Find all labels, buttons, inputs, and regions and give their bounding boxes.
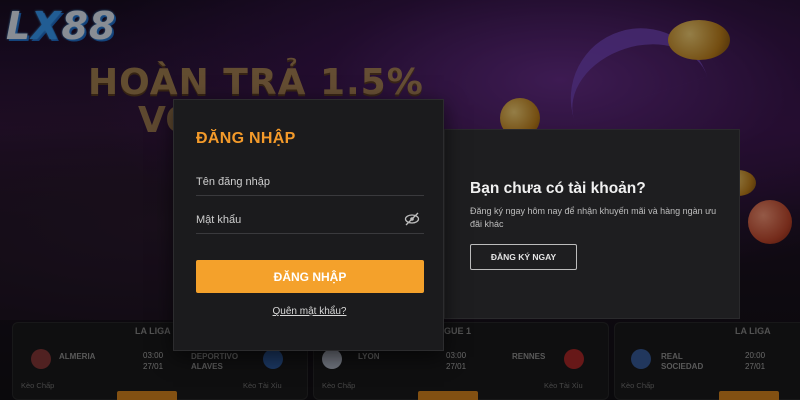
register-button[interactable]: ĐĂNG KÝ NGAY xyxy=(470,244,577,270)
forgot-password-link[interactable]: Quên mật khẩu? xyxy=(174,306,445,317)
password-placeholder: Mật khẩu xyxy=(196,214,242,226)
password-field[interactable]: Mật khẩu xyxy=(196,206,424,234)
register-panel: Bạn chưa có tài khoản? Đăng ký ngay hôm … xyxy=(444,129,740,319)
login-title: ĐĂNG NHẬP xyxy=(196,130,296,147)
username-field[interactable]: Tên đăng nhập xyxy=(196,168,424,196)
page: HOÀN TRẢ 1.5% VÔ LX88 LA LIGA ALMERIA 03… xyxy=(0,0,800,400)
login-submit-button[interactable]: ĐĂNG NHẬP xyxy=(196,260,424,293)
login-modal: ĐĂNG NHẬP Tên đăng nhập Mật khẩu ĐĂNG NH… xyxy=(173,99,444,351)
username-placeholder: Tên đăng nhập xyxy=(196,176,271,188)
register-title: Bạn chưa có tài khoản? xyxy=(470,180,646,197)
register-description: Đăng ký ngay hôm nay để nhận khuyến mãi … xyxy=(470,206,717,229)
eye-off-icon[interactable] xyxy=(404,212,420,226)
